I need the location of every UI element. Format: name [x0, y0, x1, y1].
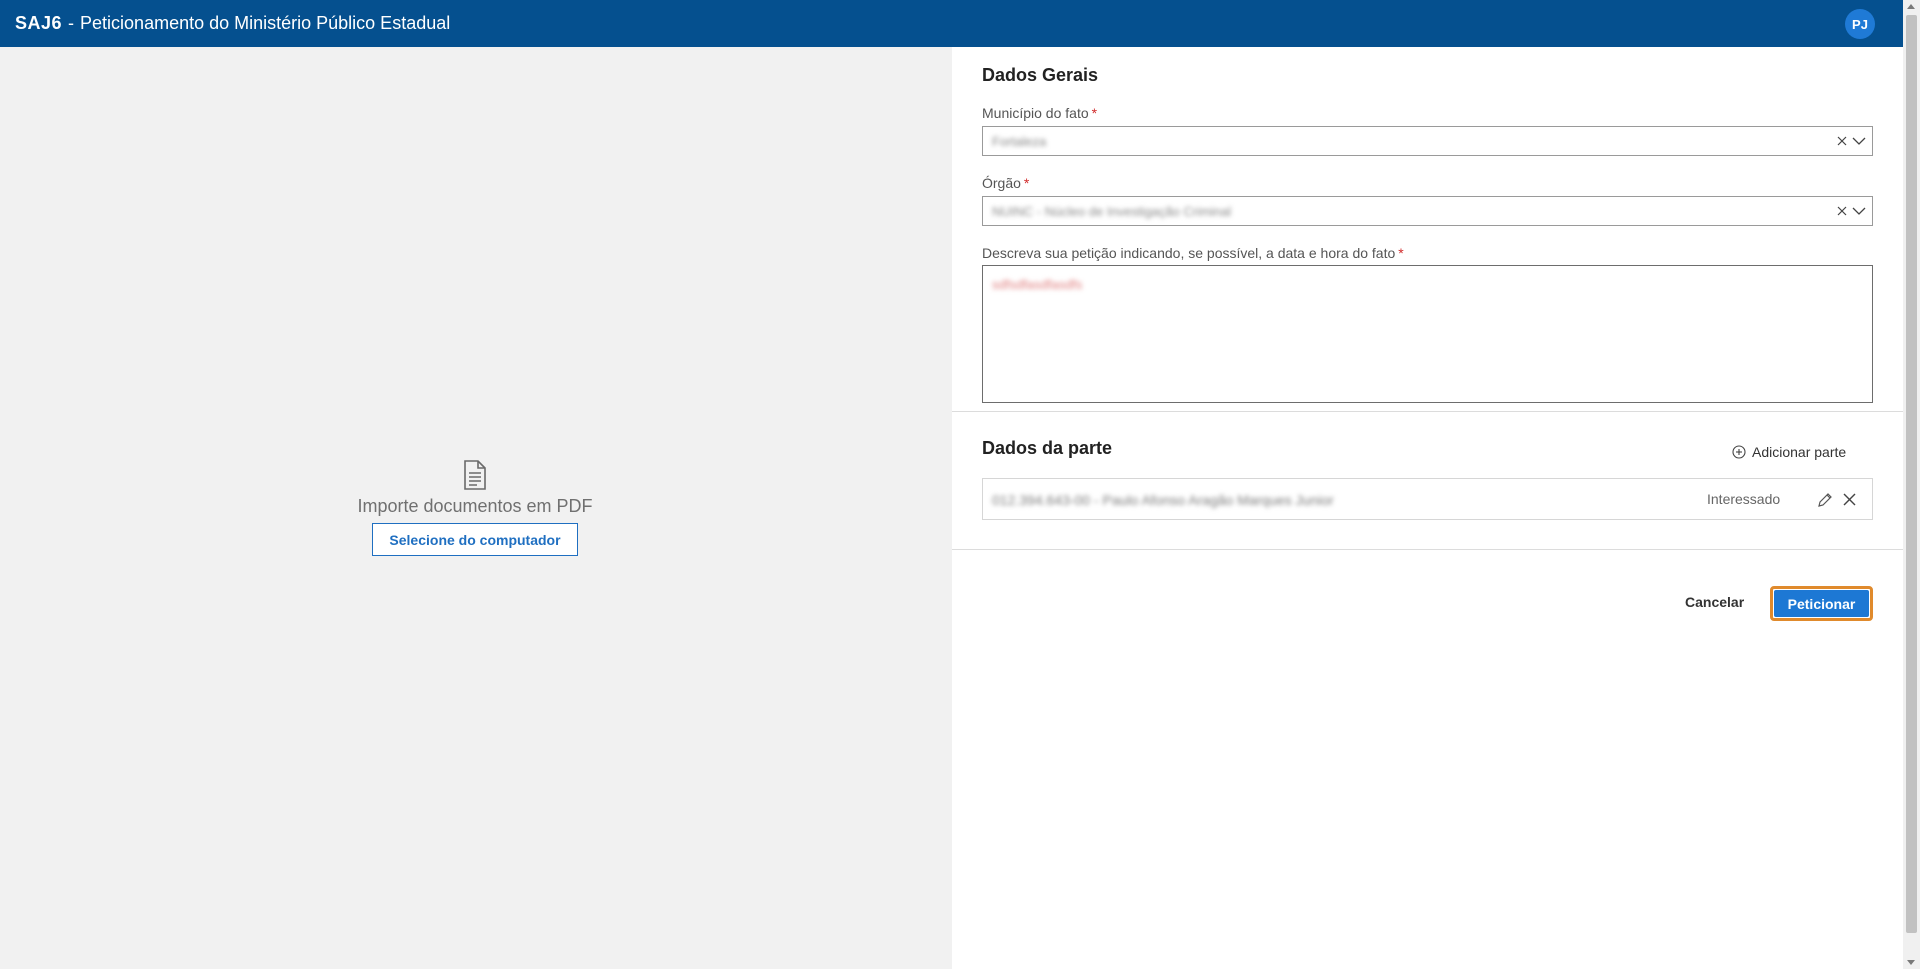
submit-button-label: Peticionar: [1774, 590, 1869, 617]
party-name: 012.394.643-00 - Paulo Afonso Aragão Mar…: [992, 492, 1334, 508]
section-divider: [952, 549, 1903, 550]
orgao-select[interactable]: NUINC - Núcleo de Investigação Criminal: [982, 196, 1873, 226]
clear-icon[interactable]: [1836, 135, 1848, 147]
required-marker: *: [1398, 245, 1404, 261]
required-marker: *: [1023, 175, 1030, 191]
scroll-up-icon[interactable]: [1907, 4, 1915, 9]
petition-form: Dados Gerais Município do fato * Fortalez…: [952, 47, 1903, 969]
select-from-computer-button[interactable]: Selecione do computador: [372, 523, 578, 556]
app-header: SAJ6 - Peticionamento do Ministério Públ…: [0, 0, 1920, 47]
descricao-value: sdfsdfasdfasdfs: [992, 277, 1083, 292]
app-title: Peticionamento do Ministério Público Est…: [80, 13, 451, 33]
general-data-title: Dados Gerais: [982, 65, 1099, 85]
cancel-button[interactable]: Cancelar: [1685, 594, 1744, 610]
brand-logo: SAJ6: [15, 13, 63, 33]
section-divider: [952, 411, 1903, 412]
close-icon[interactable]: [1842, 492, 1857, 507]
brand-separator: -: [68, 13, 75, 33]
municipio-label: Município do fato *: [982, 105, 1098, 121]
add-party-button[interactable]: Adicionar parte: [1732, 444, 1846, 460]
upload-instructions: Importe documentos em PDF: [357, 496, 593, 516]
document-import-panel: Importe documentos em PDF Selecione do c…: [0, 47, 952, 969]
clear-icon[interactable]: [1836, 205, 1848, 217]
scroll-down-icon[interactable]: [1907, 960, 1915, 965]
document-icon: [464, 460, 486, 490]
orgao-value: NUINC - Núcleo de Investigação Criminal: [992, 204, 1232, 219]
required-marker: *: [1091, 105, 1098, 121]
orgao-label: Órgão *: [982, 175, 1030, 191]
plus-circle-icon: [1732, 445, 1746, 459]
vertical-scrollbar[interactable]: [1903, 0, 1920, 969]
party-data-title: Dados da parte: [982, 438, 1113, 458]
add-party-label: Adicionar parte: [1752, 444, 1847, 460]
party-role: Interessado: [1707, 491, 1781, 507]
pencil-icon[interactable]: [1817, 492, 1833, 508]
petition-submit-button[interactable]: Peticionar: [1770, 586, 1873, 621]
municipio-select[interactable]: Fortaleza: [982, 126, 1873, 156]
scroll-thumb[interactable]: [1906, 15, 1917, 933]
descricao-textarea[interactable]: sdfsdfasdfasdfs: [982, 265, 1873, 403]
user-avatar[interactable]: PJ: [1845, 9, 1875, 39]
descricao-label: Descreva sua petição indicando, se possí…: [982, 245, 1404, 261]
chevron-down-icon[interactable]: [1852, 136, 1866, 146]
chevron-down-icon[interactable]: [1852, 206, 1866, 216]
party-row: 012.394.643-00 - Paulo Afonso Aragão Mar…: [982, 478, 1873, 520]
upload-area: Importe documentos em PDF Selecione do c…: [357, 460, 593, 556]
municipio-value: Fortaleza: [992, 134, 1047, 149]
